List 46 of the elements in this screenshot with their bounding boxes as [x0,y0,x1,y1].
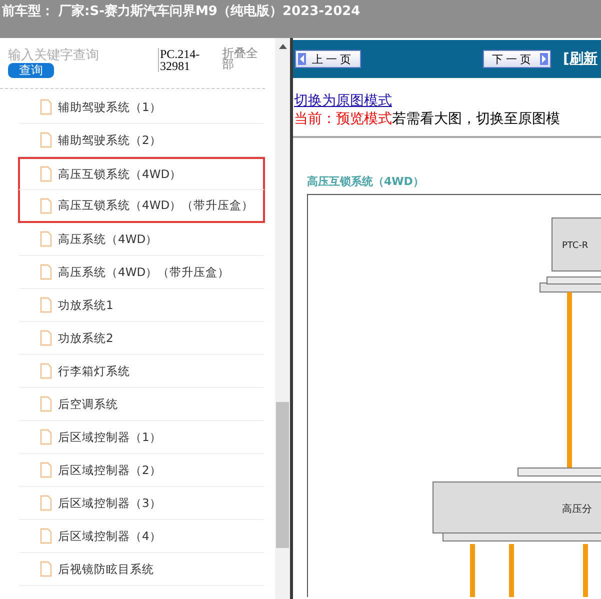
tree-item[interactable]: 辅助驾驶系统（2） [18,124,265,157]
tree-item[interactable]: 高压互锁系统（4WD）（带升压盒） [18,190,265,223]
scrollbar-thumb[interactable] [276,402,289,548]
tree-item[interactable]: 后区域控制器（4） [18,520,265,553]
tree-item[interactable]: 高压互锁系统（4WD） [18,157,265,190]
tree-item[interactable]: 后区域控制器（3） [18,487,265,520]
document-icon [40,198,52,214]
tree-item[interactable]: 后区域控制器（1） [18,421,265,454]
left-arrow-icon [298,53,306,65]
mode-hint: 若需看大图，切换至原图模 [392,111,560,127]
document-icon [40,264,52,280]
diagram-title: 高压互锁系统（4WD） [307,174,425,189]
tree-item[interactable]: 功放系统2 [18,322,265,355]
document-icon [40,363,52,379]
document-icon [40,528,52,544]
document-icon [40,561,52,577]
document-icon [40,330,52,346]
document-icon [40,429,52,445]
wiring-diagram: PTC-R 高压分 [307,194,601,597]
mode-label: 当前：预览模式 [294,111,392,127]
tree-item[interactable]: 功放系统1 [18,289,265,322]
switch-mode-link[interactable]: 切换为原图模式 [294,92,392,110]
document-icon [40,231,52,247]
tree-item[interactable]: 行李箱灯系统 [18,355,265,388]
tree-item[interactable]: 后空调系统 [18,388,265,421]
document-code: PC.214-32981 [158,48,210,72]
document-icon [40,166,52,182]
tree-item[interactable]: 高压系统（4WD）（带升压盒） [18,256,265,289]
document-icon [40,132,52,148]
document-icon [40,396,52,412]
window-title: 前车型： 厂家:S-赛力斯汽车问界M9（纯电版）2023-2024 [1,2,360,20]
scrollbar[interactable] [275,38,290,599]
tree-item[interactable]: 高压系统（4WD） [18,223,265,256]
collapse-all-link[interactable]: 折叠全部 [222,48,262,70]
document-icon [40,495,52,511]
next-page-button[interactable]: 下一页 [483,50,551,68]
previous-page-button[interactable]: 上一页 [295,50,361,68]
tree-item[interactable]: 辅助驾驶系统（1） [18,91,265,124]
right-arrow-icon [540,53,548,65]
document-icon [40,462,52,478]
document-icon [40,297,52,313]
tree-item[interactable]: 后区域控制器（2） [18,454,265,487]
tree-item[interactable]: 后视镜防眩目系统 [18,553,265,586]
refresh-link[interactable]: [刷新 [563,50,598,68]
document-icon [40,99,52,115]
search-button[interactable]: 查询 [8,63,54,78]
